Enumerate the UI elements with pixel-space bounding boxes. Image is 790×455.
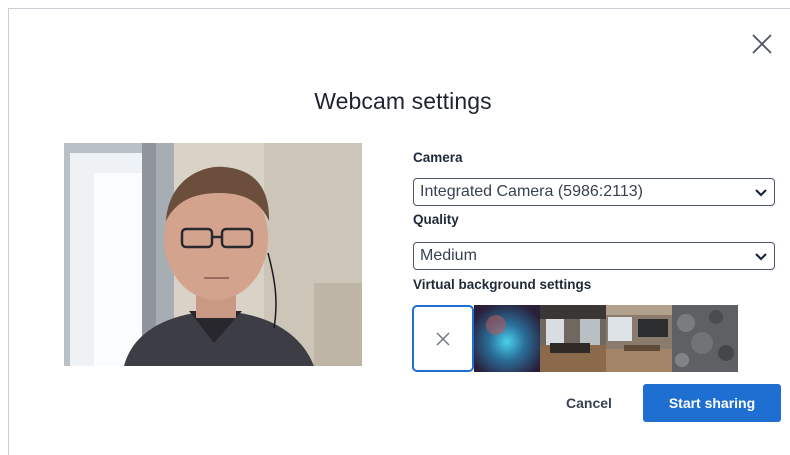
quality-label: Quality	[413, 212, 459, 227]
camera-select[interactable]: Integrated Camera (5986:2113)	[413, 178, 775, 206]
background-stone-option[interactable]	[672, 305, 738, 372]
background-blur-option[interactable]	[474, 305, 540, 372]
background-none-option[interactable]	[412, 305, 474, 372]
close-icon	[752, 34, 772, 54]
close-button[interactable]	[742, 24, 782, 64]
start-sharing-button[interactable]: Start sharing	[643, 384, 781, 422]
quality-select[interactable]: Medium	[413, 242, 775, 270]
chevron-down-icon	[755, 189, 767, 197]
close-icon	[436, 332, 450, 345]
webcam-preview	[64, 143, 362, 366]
chevron-down-icon	[755, 253, 767, 261]
dialog-title: Webcam settings	[314, 88, 492, 114]
background-kitchen-option[interactable]	[606, 305, 672, 372]
camera-select-value: Integrated Camera (5986:2113)	[420, 183, 643, 200]
quality-select-value: Medium	[420, 247, 477, 264]
virtual-background-label: Virtual background settings	[413, 277, 592, 292]
camera-label: Camera	[413, 150, 463, 165]
virtual-background-options	[412, 305, 738, 372]
background-living-room-option[interactable]	[540, 305, 606, 372]
cancel-button[interactable]: Cancel	[551, 384, 627, 422]
